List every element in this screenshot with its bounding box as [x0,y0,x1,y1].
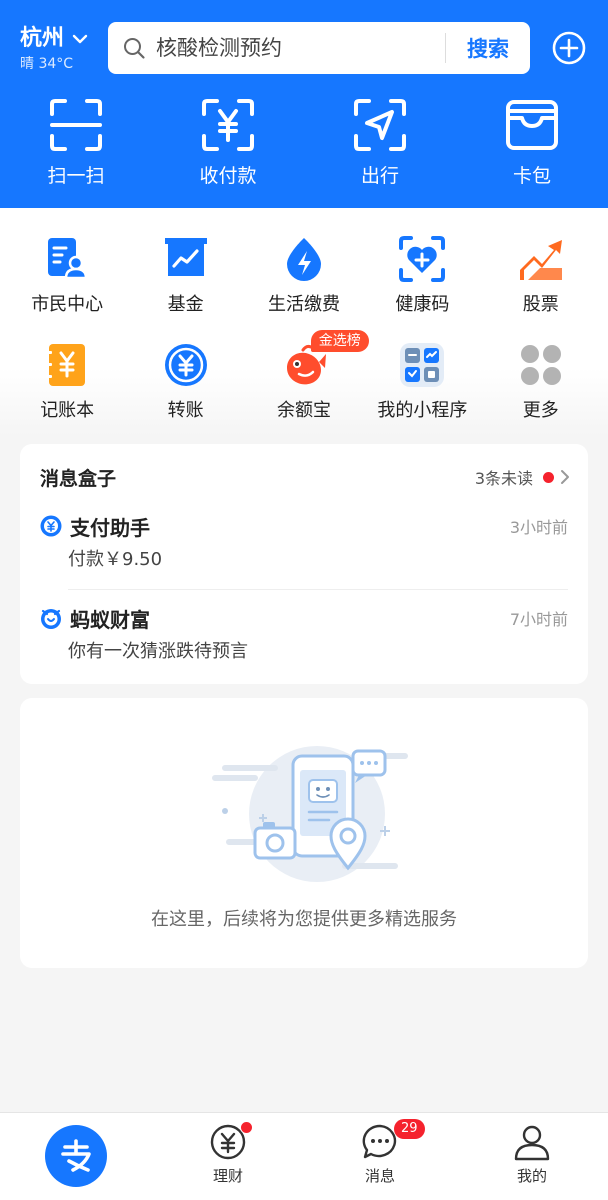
tab-label: 理财 [212,1167,243,1185]
scan-icon [50,99,102,151]
notification-dot [240,1121,253,1134]
grid-item-ledger[interactable]: 记账本 [8,342,126,422]
grid-item-yuebao[interactable]: 余额宝 金选榜 [245,330,369,422]
tab-label: 我的 [516,1167,547,1185]
grid-item-label: 我的小程序 [377,400,468,421]
tab-messages[interactable]: 消息 29 [304,1113,456,1200]
add-icon[interactable] [552,31,586,65]
message-item[interactable]: 蚂蚁财富 7小时前 你有一次猜涨跌待预言 [40,604,568,664]
grid-item-label: 股票 [522,294,559,315]
message-count-badge: 29 [394,1119,425,1139]
unread-count: 3条未读 [474,469,533,488]
quick-action-label: 卡包 [512,165,551,187]
search-input[interactable] [156,36,436,60]
health-code-icon [399,236,446,282]
message-item[interactable]: 支付助手 3小时前 付款￥9.50 [40,512,568,572]
grid-item-fund[interactable]: 基金 [126,236,244,316]
divider [68,589,568,590]
payment-assistant-icon [40,515,62,537]
ledger-icon [46,344,86,386]
profile-icon [514,1125,550,1161]
grid-item-mini-programs[interactable]: 我的小程序 [363,342,481,422]
search-icon [124,38,145,59]
city-name[interactable]: 杭州 [20,24,64,54]
service-grid-row-1: 市民中心 基金 生活缴费 健康码 股票 [8,236,600,316]
grid-item-label: 健康码 [395,294,450,315]
grid-item-label: 生活缴费 [267,294,340,315]
grid-item-label: 市民中心 [31,294,104,315]
tab-profile[interactable]: 我的 [456,1113,608,1200]
message-box-title: 消息盒子 [40,467,117,490]
message-sender: 蚂蚁财富 [70,607,150,632]
travel-icon [354,99,406,151]
quick-action-pay[interactable]: 收付款 [152,98,304,188]
unread-dot [543,471,554,483]
grid-item-label: 基金 [167,294,204,315]
service-grid-row-2: 记账本 转账 余额宝 金选榜 我的小程序 更多 [8,330,600,422]
quick-action-label: 出行 [360,165,399,187]
quick-action-label: 收付款 [199,165,257,187]
grid-item-stock[interactable]: 股票 [482,236,600,316]
grid-item-label: 转账 [167,400,204,421]
message-box-header[interactable]: 消息盒子 3条未读 [40,464,570,490]
utility-bill-icon [286,238,321,281]
transfer-icon [164,344,207,386]
recommended-services-card: 在这里，后续将为您提供更多精选服务 [20,698,588,968]
quick-action-label: 扫一扫 [47,165,105,187]
weather-info: 晴 34°C [20,56,74,72]
grid-item-label: 余额宝 [276,400,331,421]
message-sender: 支付助手 [70,515,150,540]
ant-fortune-icon [41,609,61,629]
card-wallet-icon [506,100,558,150]
grid-item-label: 更多 [522,400,559,421]
header-bar: 杭州 晴 34°C 搜索 扫一扫 收付款 出行 卡包 [0,0,608,208]
grid-item-health-code[interactable]: 健康码 [363,236,481,316]
city-selector[interactable]: 杭州 晴 34°C [20,24,88,72]
empty-state-text: 在这里，后续将为您提供更多精选服务 [151,909,457,930]
quick-action-scan[interactable]: 扫一扫 [0,98,152,188]
chevron-down-icon [72,34,88,44]
message-time: 3小时前 [509,518,568,537]
search-button[interactable]: 搜索 [446,33,530,63]
quick-action-card-wallet[interactable]: 卡包 [456,98,608,188]
grid-item-more[interactable]: 更多 [482,342,600,422]
grid-item-citizen-center[interactable]: 市民中心 [8,236,126,316]
gold-list-badge: 金选榜 [310,330,369,352]
more-icon [520,345,561,385]
quick-actions: 扫一扫 收付款 出行 卡包 [0,98,608,188]
fund-icon [164,238,207,276]
message-body: 付款￥9.50 [68,549,163,570]
tab-label: 消息 [364,1167,395,1185]
pay-receive-icon [202,99,254,151]
stock-icon [519,240,562,280]
message-box-card: 消息盒子 3条未读 支付助手 3小时前 付款￥9.50 蚂蚁财富 7小时前 你有… [20,444,588,684]
mini-programs-icon [400,343,445,387]
message-time: 7小时前 [509,610,568,629]
chevron-right-icon [561,470,569,484]
quick-action-travel[interactable]: 出行 [304,98,456,188]
alipay-home-icon [45,1125,107,1187]
message-body: 你有一次猜涨跌待预言 [68,641,248,662]
empty-state-illustration [212,746,408,882]
search-bar[interactable]: 搜索 [108,22,530,74]
grid-item-utility-bill[interactable]: 生活缴费 [245,236,363,316]
bottom-tab-bar: 理财 消息 29 我的 [0,1112,608,1200]
tab-home[interactable] [0,1113,152,1200]
tab-wealth[interactable]: 理财 [152,1113,304,1200]
grid-item-label: 记账本 [40,400,95,421]
citizen-center-icon [48,238,88,280]
grid-item-transfer[interactable]: 转账 [126,342,244,422]
